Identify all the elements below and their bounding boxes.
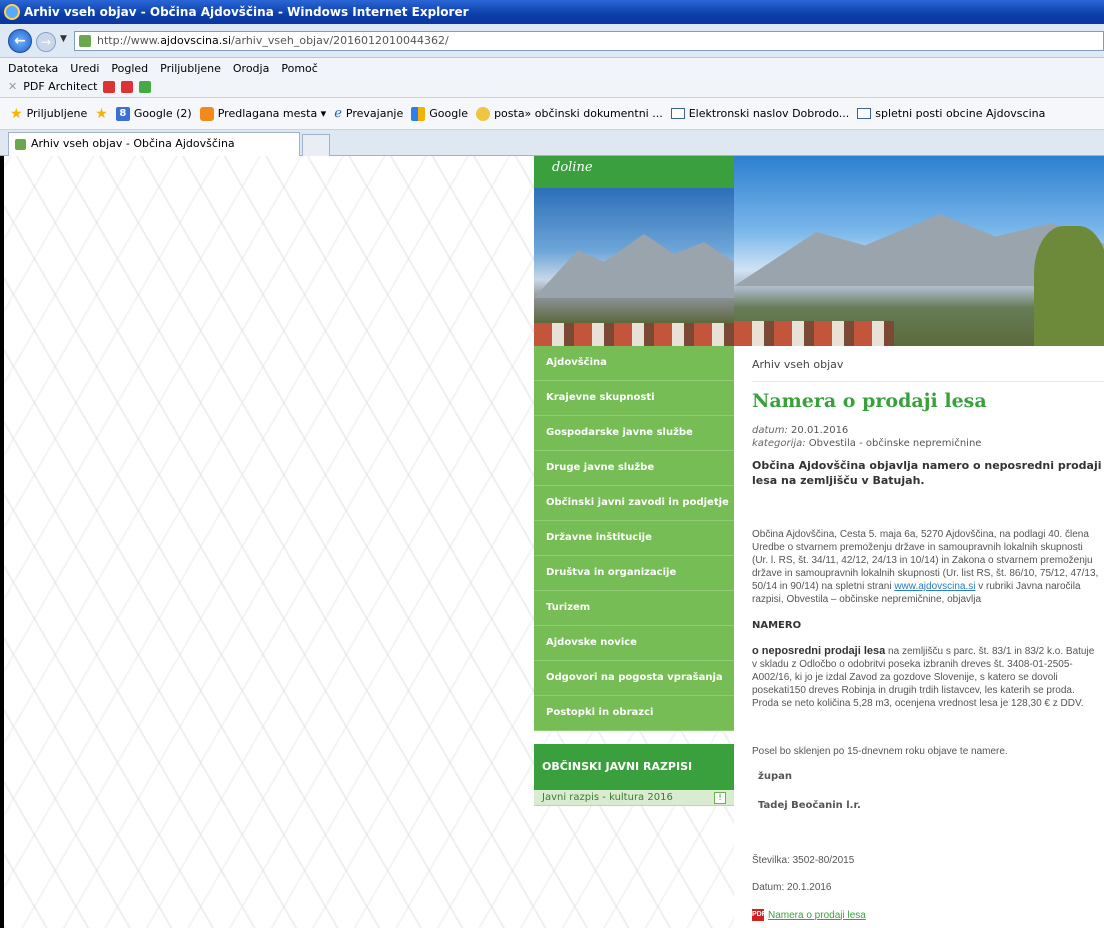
forward-button[interactable]: → (36, 32, 56, 52)
page-title: Namera o prodaji lesa (752, 390, 987, 412)
google-color-icon (411, 106, 426, 121)
document-number: Številka: 3502-80/2015 (752, 855, 855, 866)
address-input[interactable]: http://www.ajdovscina.si/arhiv_vseh_obja… (74, 31, 1104, 51)
nav-krajevne-skupnosti[interactable]: Krajevne skupnosti (534, 381, 734, 416)
nav-drustva-in-organizacije[interactable]: Društva in organizacije (534, 556, 734, 591)
menu-bar: Datoteka Uredi Pogled Priljubljene Orodj… (0, 58, 1104, 98)
article-body: Občina Ajdovščina, Cesta 5. maja 6a, 527… (752, 529, 1099, 605)
address-toolbar: ← → ▼ http://www.ajdovscina.si/arhiv_vse… (0, 24, 1104, 58)
article-date: datum: 20.01.2016 (752, 425, 849, 436)
menu-priljubljene[interactable]: Priljubljene (160, 62, 221, 75)
internet-explorer-icon (4, 4, 20, 20)
nav-turizem[interactable]: Turizem (534, 591, 734, 626)
site-container: doline Ajdovščina Krajevne skupnosti Gos… (534, 156, 1104, 928)
add-favorite-icon[interactable]: ★ (95, 106, 108, 122)
menu-datoteka[interactable]: Datoteka (8, 62, 58, 75)
nav-drzavne-institucije[interactable]: Državne inštitucije (534, 521, 734, 556)
article-category: kategorija: Obvestila - občinske nepremi… (752, 438, 982, 449)
razpis-item-label: Javni razpis - kultura 2016 (542, 792, 673, 803)
tab-active[interactable]: Arhiv vseh objav - Občina Ajdovščina (8, 132, 300, 156)
article-lead: Občina Ajdovščina objavlja namero o nepo… (752, 459, 1102, 487)
window-title: Arhiv vseh objav - Občina Ajdovščina - W… (24, 5, 469, 19)
razpisi-heading[interactable]: OBČINSKI JAVNI RAZPISI (534, 744, 734, 790)
nav-postopki-in-obrazci[interactable]: Postopki in obrazci (534, 696, 734, 731)
close-toolbar-icon[interactable]: ✕ (8, 80, 17, 93)
article-content: Arhiv vseh objav Namera o prodaji lesa d… (734, 346, 1104, 928)
posel-text: Posel bo sklenjen po 15-dnevnem roku obj… (752, 746, 1008, 757)
nav-gospodarske-javne-sluzbe[interactable]: Gospodarske javne službe (534, 416, 734, 451)
nav-pogosta-vprasanja[interactable]: Odgovori na pogosta vprašanja (534, 661, 734, 696)
pdf-convert-icon[interactable] (103, 80, 116, 93)
suggested-sites-icon (199, 106, 214, 121)
favorite-spletni-posti[interactable]: spletni posti obcine Ajdovscina (857, 107, 1045, 120)
favorites-star-icon: ★ (10, 105, 23, 122)
window-titlebar: Arhiv vseh objav - Občina Ajdovščina - W… (0, 0, 1104, 24)
tab-bar: Arhiv vseh objav - Občina Ajdovščina (0, 130, 1104, 156)
site-favicon-icon (79, 35, 91, 47)
razpis-more-icon[interactable]: ! (714, 792, 726, 804)
site-header-strip: doline (534, 156, 734, 188)
history-dropdown-icon[interactable]: ▼ (60, 34, 67, 44)
pdf-attachment[interactable]: PDF Namera o prodaji lesa (752, 909, 1104, 921)
favorites-bar: ★ Priljubljene ★ 8 Google (2) Predlagana… (0, 98, 1104, 130)
side-navigation: Ajdovščina Krajevne skupnosti Gospodarsk… (534, 346, 734, 731)
back-button[interactable]: ← (8, 29, 32, 53)
document-date: Datum: 20.1.2016 (752, 882, 832, 893)
page-viewport: doline Ajdovščina Krajevne skupnosti Gos… (0, 156, 1104, 928)
menu-orodja[interactable]: Orodja (233, 62, 269, 75)
google-icon: 8 (115, 106, 130, 121)
nav-ajdovscina[interactable]: Ajdovščina (534, 346, 734, 381)
pdf-architect-label[interactable]: PDF Architect (23, 80, 97, 93)
nav-ajdovske-novice[interactable]: Ajdovske novice (534, 626, 734, 661)
envelope-icon (857, 108, 872, 119)
envelope-icon (670, 108, 685, 119)
favorite-posta[interactable]: posta» občinski dokumentni ... (476, 106, 663, 121)
pdf-export-icon[interactable] (121, 80, 134, 93)
article-body-detail: o neposredni prodaji lesa na zemljišču s… (752, 645, 1095, 709)
signature-name: Tadej Beočanin l.r. (758, 800, 861, 811)
razpis-item[interactable]: Javni razpis - kultura 2016 ! (534, 790, 734, 806)
hero-image-left (534, 188, 734, 346)
site-header-text: doline (552, 160, 593, 175)
menu-pogled[interactable]: Pogled (111, 62, 148, 75)
tab-favicon-icon (15, 139, 26, 150)
site-link[interactable]: www.ajdovscina.si (894, 581, 975, 592)
favorite-google-2[interactable]: 8 Google (2) (115, 106, 192, 121)
menu-uredi[interactable]: Uredi (70, 62, 99, 75)
pdf-options-icon[interactable] (139, 80, 152, 93)
signature-role: župan (758, 771, 792, 782)
favorite-email[interactable]: Elektronski naslov Dobrodo... (670, 107, 849, 120)
pdf-file-icon: PDF (752, 909, 766, 921)
favorite-suggested-sites[interactable]: Predlagana mesta ▾ (199, 106, 326, 121)
nav-obcinski-javni-zavodi[interactable]: Občinski javni zavodi in podjetje (534, 486, 734, 521)
hero-image (734, 156, 1104, 346)
pdf-architect-toolbar: ✕ PDF Architect (8, 80, 152, 93)
favorites-button[interactable]: ★ Priljubljene (10, 106, 87, 122)
new-tab-button[interactable] (302, 134, 330, 156)
favorite-google[interactable]: Google (411, 106, 468, 121)
menu-pomoc[interactable]: Pomoč (281, 62, 317, 75)
mail-portal-icon (476, 106, 491, 121)
pdf-attachment-link[interactable]: Namera o prodaji lesa (768, 910, 866, 921)
namero-heading: NAMERO (752, 620, 802, 631)
translate-icon: ℯ (334, 106, 342, 121)
favorite-translate[interactable]: ℯ Prevajanje (334, 106, 403, 121)
breadcrumb: Arhiv vseh objav (752, 358, 1104, 382)
nav-druge-javne-sluzbe[interactable]: Druge javne službe (534, 451, 734, 486)
